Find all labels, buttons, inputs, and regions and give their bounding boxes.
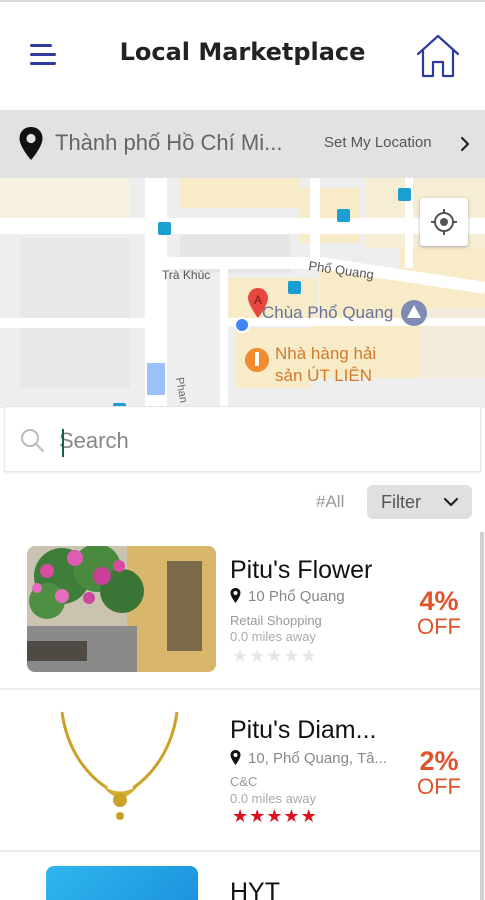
store-category: C&C bbox=[230, 774, 258, 789]
location-pin-icon bbox=[230, 588, 241, 603]
store-category: Retail Shopping bbox=[230, 613, 322, 628]
store-name: Pitu's Diam... bbox=[230, 716, 377, 744]
discount-badge: 4% OFF bbox=[408, 588, 470, 638]
search-bar bbox=[4, 406, 481, 472]
star-icon: ★ bbox=[266, 806, 284, 826]
map-label-chua: Chùa Phổ Quang bbox=[262, 303, 393, 322]
map-marker-letter: A bbox=[254, 293, 262, 307]
filter-dropdown[interactable]: Filter bbox=[367, 485, 472, 519]
store-address-row: 10, Phổ Quang, Tâ... bbox=[230, 750, 387, 767]
filter-label: Filter bbox=[381, 492, 421, 512]
map-label-restaurant-1: Nhà hàng hải bbox=[275, 344, 376, 363]
discount-percent: 2% bbox=[419, 746, 459, 776]
star-icon: ★ bbox=[283, 646, 301, 666]
set-my-location-link[interactable]: Set My Location bbox=[324, 134, 432, 151]
star-icon: ★ bbox=[300, 806, 318, 826]
search-icon bbox=[21, 429, 44, 452]
map-canvas: A Trà Khúc Phổ Quang Chùa Phổ Quang Nhà … bbox=[0, 178, 485, 408]
current-location-text: Thành phố Hồ Chí Mi... bbox=[55, 130, 283, 155]
chevron-right-icon[interactable] bbox=[459, 135, 471, 153]
map-label-restaurant-2: sản ÚT LIÊN bbox=[275, 366, 372, 385]
text-cursor bbox=[62, 429, 64, 457]
discount-badge: 2% OFF bbox=[408, 748, 470, 798]
my-location-button[interactable] bbox=[420, 198, 468, 246]
page-title: Local Marketplace bbox=[119, 38, 366, 66]
discount-off-label: OFF bbox=[417, 774, 461, 799]
store-card[interactable]: Pitu's Flower 10 Phổ Quang Retail Shoppi… bbox=[0, 530, 480, 688]
store-card[interactable]: HYT bbox=[0, 852, 480, 900]
map-view[interactable]: A Trà Khúc Phổ Quang Chùa Phổ Quang Nhà … bbox=[0, 178, 485, 408]
star-icon: ★ bbox=[249, 806, 267, 826]
discount-off-label: OFF bbox=[417, 614, 461, 639]
location-pin-icon bbox=[230, 750, 241, 765]
star-icon: ★ bbox=[300, 646, 318, 666]
rating-stars: ★★★★★ bbox=[232, 646, 318, 667]
location-bar[interactable]: Thành phố Hồ Chí Mi... Set My Location bbox=[0, 110, 485, 178]
store-name: HYT bbox=[230, 878, 280, 900]
store-name: Pitu's Flower bbox=[230, 556, 373, 584]
store-address-row: 10 Phổ Quang bbox=[230, 588, 345, 605]
star-icon: ★ bbox=[266, 646, 284, 666]
crosshair-icon bbox=[431, 209, 457, 235]
list-scrollbar[interactable] bbox=[480, 532, 484, 900]
map-label-tra-khuc: Trà Khúc bbox=[162, 268, 210, 282]
star-icon: ★ bbox=[232, 806, 250, 826]
star-icon: ★ bbox=[283, 806, 301, 826]
store-card[interactable]: Pitu's Diam... 10, Phổ Quang, Tâ... C&C … bbox=[0, 690, 480, 850]
store-thumbnail bbox=[46, 866, 198, 900]
star-icon: ★ bbox=[232, 646, 250, 666]
rating-stars: ★★★★★ bbox=[232, 806, 318, 827]
store-address: 10, Phổ Quang, Tâ... bbox=[248, 750, 387, 767]
home-icon[interactable] bbox=[414, 32, 462, 80]
chevron-down-icon bbox=[443, 497, 459, 507]
location-pin-icon bbox=[19, 127, 43, 160]
store-thumbnail bbox=[27, 700, 216, 838]
store-distance: 0.0 miles away bbox=[230, 629, 316, 644]
hashtag-filter[interactable]: #All bbox=[316, 492, 344, 512]
store-distance: 0.0 miles away bbox=[230, 791, 316, 806]
discount-percent: 4% bbox=[419, 586, 459, 616]
star-icon: ★ bbox=[249, 646, 267, 666]
store-thumbnail bbox=[27, 546, 216, 672]
app-header: Local Marketplace bbox=[0, 0, 485, 110]
search-input[interactable] bbox=[59, 421, 459, 461]
store-address: 10 Phổ Quang bbox=[248, 588, 345, 605]
